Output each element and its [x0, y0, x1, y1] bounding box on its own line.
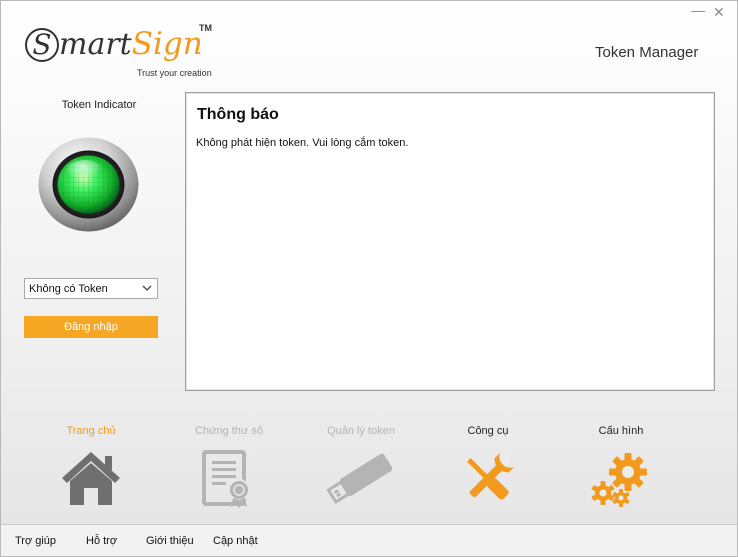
minimize-button[interactable]: —	[691, 2, 705, 18]
nav-config-label: Cấu hình	[598, 425, 644, 437]
logo-sign: Sign	[131, 26, 203, 62]
logo-s: S	[25, 28, 59, 62]
footer-bar: Trợ giúp Hỗ trợ Giới thiệu Cập nhật	[1, 525, 737, 556]
house-icon	[62, 452, 120, 505]
message-body: Không phát hiện token. Vui lòng cắm toke…	[196, 137, 409, 149]
nav-config[interactable]: Cấu hình	[561, 424, 681, 508]
token-select-dropdown[interactable]: Không có Token	[24, 278, 158, 299]
message-title: Thông báo	[197, 106, 279, 123]
footer-update-link[interactable]: Cập nhật	[213, 535, 258, 547]
smartsign-logo: S mart Sign TM Trust your creation	[25, 21, 225, 81]
login-button[interactable]: Đăng nhập	[24, 316, 158, 338]
usb-token-icon	[326, 453, 393, 505]
wrench-screwdriver-icon	[467, 452, 515, 500]
nav-token-manager-label: Quản lý token	[327, 425, 395, 437]
nav-token-manager[interactable]: Quản lý token	[301, 424, 421, 506]
nav-home[interactable]: Trang chủ	[31, 424, 151, 506]
nav-home-label: Trang chủ	[66, 425, 116, 437]
nav-tools[interactable]: Công cụ	[428, 424, 548, 508]
app-title: Token Manager	[595, 44, 699, 61]
nav-certificate-label: Chứng thư số	[195, 425, 263, 437]
nav-certificate[interactable]: Chứng thư số	[169, 424, 289, 508]
status-light-icon	[38, 137, 139, 232]
nav-tools-label: Công cụ	[467, 425, 509, 437]
gears-icon	[591, 453, 647, 507]
footer-support-link[interactable]: Hỗ trợ	[86, 535, 117, 547]
message-panel: Thông báo Không phát hiện token. Vui lòn…	[185, 92, 715, 391]
logo-mart: mart	[59, 27, 132, 62]
footer-about-link[interactable]: Giới thiệu	[146, 535, 194, 547]
logo-trademark: TM	[199, 23, 212, 33]
app-window: — ✕ S mart Sign TM Trust your creation T…	[0, 0, 738, 557]
token-select-value: Không có Token	[29, 282, 108, 295]
close-button[interactable]: ✕	[713, 4, 725, 20]
certificate-document-icon	[202, 450, 250, 508]
token-indicator-label: Token Indicator	[61, 99, 137, 111]
logo-tagline: Trust your creation	[137, 68, 212, 78]
footer-help-link[interactable]: Trợ giúp	[15, 535, 56, 547]
chevron-down-icon	[142, 285, 152, 291]
